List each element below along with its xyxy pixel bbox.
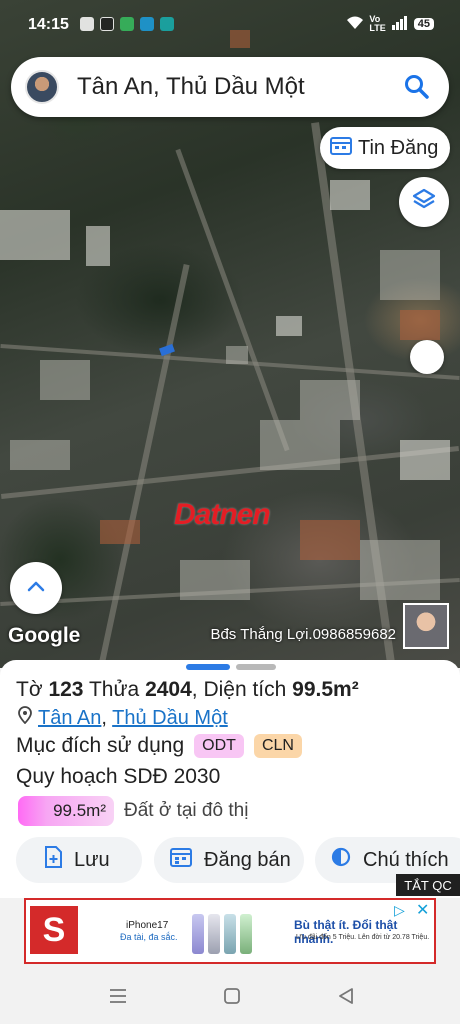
- planning-area-row: 99.5m² Đất ở tại đô thị: [18, 796, 248, 826]
- calendar-icon: [330, 135, 352, 161]
- wifi-icon: [347, 16, 364, 33]
- status-time: 14:15: [28, 16, 69, 33]
- recents-icon[interactable]: [104, 982, 132, 1010]
- plot-number: 2404: [145, 678, 192, 701]
- chat-icon: [80, 17, 94, 31]
- search-input[interactable]: Tân An, Thủ Dầu Một: [77, 73, 397, 101]
- status-bar: 14:15 Vo LTE 45: [0, 0, 460, 48]
- app-icon: [140, 17, 154, 31]
- ad-subline: Ưu đãi đến 5 Triệu. Lên đời từ 20.78 Tri…: [296, 934, 430, 941]
- parcel-info-sheet: Tờ 123 Thửa 2404, Diện tích 99.5m² Tân A…: [0, 660, 460, 898]
- close-icon[interactable]: ✕: [416, 900, 429, 920]
- half-circle-icon: [331, 847, 351, 873]
- hide-ads-button[interactable]: TẮT QC: [396, 874, 460, 896]
- tiktok-icon: [100, 17, 114, 31]
- ad-banner[interactable]: S iPhone17 Đa tài, đa sắc. Bù thật ít. Đ…: [24, 898, 436, 964]
- signal-icon: [391, 15, 408, 33]
- sheet-number: 123: [48, 678, 84, 701]
- expand-up-button[interactable]: [10, 562, 62, 614]
- listings-button[interactable]: Tin Đăng: [320, 127, 451, 169]
- search-bar[interactable]: Tân An, Thủ Dầu Một: [11, 57, 449, 117]
- ad-phone-tagline: Đa tài, đa sắc.: [120, 932, 178, 942]
- planning-area-pill: 99.5m²: [18, 796, 114, 826]
- layers-icon: [411, 187, 437, 218]
- save-file-icon: [44, 846, 62, 874]
- back-icon[interactable]: [332, 982, 360, 1010]
- agent-credit: Bđs Thắng Lợi.0986859682: [210, 626, 396, 643]
- land-use-purpose: Mục đích sử dụng ODT CLN: [16, 734, 302, 758]
- listings-label: Tin Đăng: [358, 136, 439, 159]
- tag-cln[interactable]: CLN: [253, 734, 302, 758]
- system-nav-bar: [0, 968, 460, 1024]
- chevron-up-icon: [26, 579, 46, 598]
- ad-phone-name: iPhone17: [126, 920, 169, 931]
- watermark-logo: Datnen: [174, 498, 271, 531]
- google-logo: Google: [8, 624, 81, 647]
- messenger-icon: [120, 17, 134, 31]
- avatar[interactable]: [25, 70, 59, 104]
- home-icon[interactable]: [218, 982, 246, 1010]
- location-line: Tân An, Thủ Dầu Một: [18, 706, 228, 730]
- agent-photo[interactable]: [403, 603, 449, 649]
- map-pin-icon: [18, 706, 32, 730]
- post-for-sale-button[interactable]: Đăng bán: [154, 837, 304, 883]
- satellite-map[interactable]: 14:15 Vo LTE 45 Tân An, Thủ Dầu Một Tin Đ: [0, 0, 460, 668]
- app-icon: [160, 17, 174, 31]
- phone-image: [192, 914, 204, 954]
- area-value: 99.5m²: [292, 678, 359, 701]
- sheet-handle[interactable]: [186, 664, 276, 670]
- planning-area-desc: Đất ở tại đô thị: [124, 800, 249, 821]
- layers-button[interactable]: [399, 177, 449, 227]
- tag-odt[interactable]: ODT: [194, 734, 244, 758]
- volte-icon: Vo LTE: [369, 14, 386, 33]
- phone-image: [208, 914, 220, 954]
- save-button[interactable]: Lưu: [16, 837, 142, 883]
- search-icon[interactable]: [397, 67, 437, 107]
- phone-image: [240, 914, 252, 954]
- ward-link[interactable]: Tân An: [38, 707, 101, 729]
- ad-brand-logo: S: [30, 906, 78, 954]
- ad-choices-icon[interactable]: ▷: [394, 902, 405, 919]
- city-link[interactable]: Thủ Dầu Một: [112, 707, 228, 729]
- battery-icon: 45: [413, 18, 434, 30]
- ad-headline: Bù thật ít. Đổi thật nhanh.: [294, 918, 398, 946]
- calendar-icon: [170, 847, 192, 873]
- planning-title: Quy hoạch SDĐ 2030: [16, 765, 221, 788]
- location-dot-button[interactable]: [410, 340, 444, 374]
- phone-image: [224, 914, 236, 954]
- parcel-title: Tờ 123 Thửa 2404, Diện tích 99.5m²: [16, 678, 359, 701]
